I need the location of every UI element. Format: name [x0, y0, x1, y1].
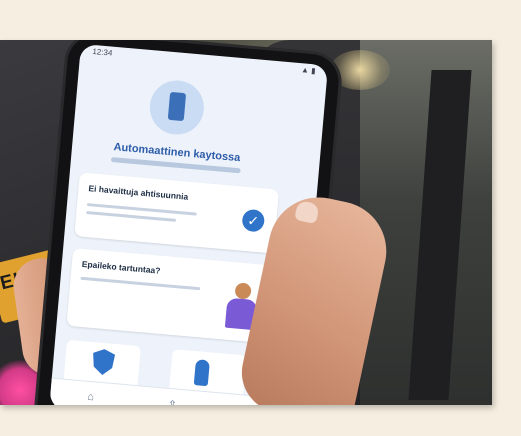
status-icons: ▲ ▮ — [300, 65, 316, 76]
home-icon[interactable]: ⌂ — [87, 391, 95, 404]
suspect-infection-title: Epaileko tartuntaa? — [81, 258, 161, 276]
finland-icon — [193, 359, 210, 387]
card-line — [80, 276, 201, 291]
photo: ELAS 12:34 ▲ ▮ Automaattinen kaytossa Ei… — [0, 40, 492, 405]
background-light — [330, 50, 390, 90]
share-icon[interactable]: ⇪ — [167, 397, 177, 405]
exposure-status-title: Ei havaittuja ahtisuunnia — [88, 183, 189, 202]
suspect-infection-card[interactable]: Epaileko tartuntaa? — [66, 248, 273, 344]
person-head — [234, 282, 252, 300]
status-time: 12:34 — [92, 46, 113, 58]
exposure-status-card[interactable]: Ei havaittuja ahtisuunnia ✓ — [74, 172, 280, 254]
hero-illustration — [147, 78, 207, 137]
shield-icon — [91, 348, 115, 376]
phone-icon — [167, 91, 187, 122]
check-icon: ✓ — [241, 208, 266, 233]
